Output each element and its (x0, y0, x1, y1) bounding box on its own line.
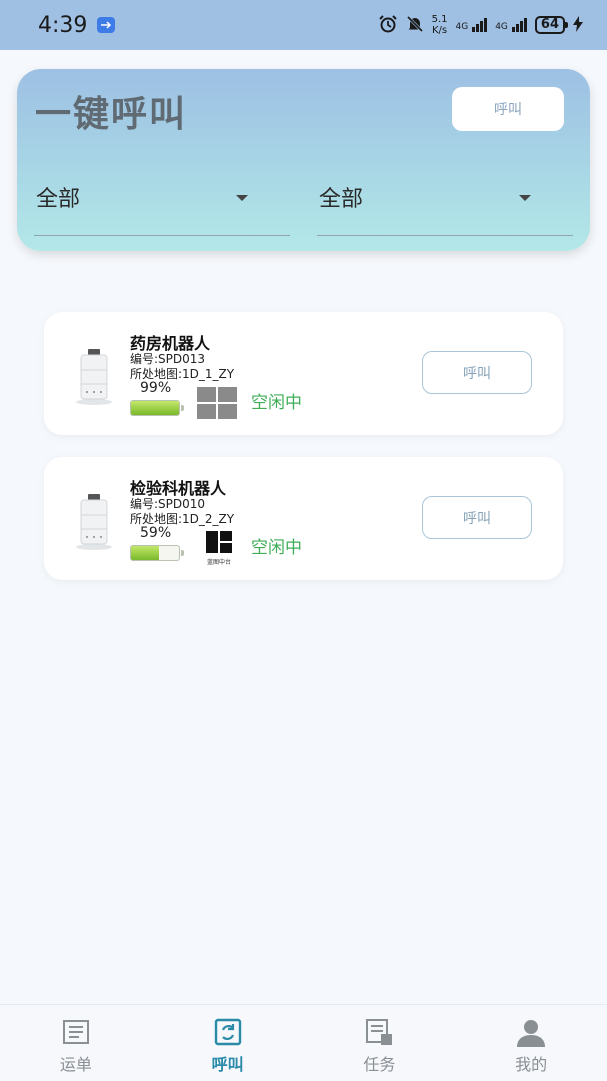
robot-icon (76, 494, 112, 550)
robot-status: 空闲中 (251, 393, 302, 413)
signal-1: 4G (456, 18, 488, 32)
nav-item-profile[interactable]: 我的 (455, 1005, 607, 1081)
robot-call-button[interactable]: 呼叫 (422, 351, 532, 394)
dropdown-caret-icon (519, 195, 531, 201)
nav-label: 运单 (59, 1055, 92, 1074)
status-bar: 4:39 5.1 K/s 4G 4G 64 (0, 0, 607, 50)
nav-label: 呼叫 (211, 1055, 244, 1074)
dropdown-caret-icon (236, 195, 248, 201)
harmony-icon (206, 531, 232, 553)
call-icon (214, 1018, 241, 1046)
mute-bell-icon (406, 15, 424, 36)
os-caption: 蓝图中台 (206, 559, 231, 566)
page-title: 一键呼叫 (35, 94, 188, 135)
robot-status: 空闲中 (251, 538, 302, 558)
robot-battery-fill (131, 401, 179, 415)
battery-nub (181, 550, 184, 556)
battery-indicator: 64 (534, 16, 569, 34)
waybill-icon (62, 1020, 89, 1044)
call-all-button[interactable]: 呼叫 (452, 87, 564, 131)
net-speed: 5.1 K/s (431, 14, 448, 36)
robot-card: 药房机器人 编号:SPD013 所处地图:1D_1_ZY 99% 空闲中 呼叫 (44, 312, 563, 435)
task-icon (366, 1019, 393, 1045)
robot-battery-fill (131, 546, 160, 560)
windows-icon (197, 387, 237, 419)
filter-select-2-value: 全部 (319, 187, 364, 212)
signal-2: 4G (495, 18, 527, 32)
nav-label: 任务 (363, 1055, 396, 1074)
robot-battery-percent: 99% (140, 380, 172, 396)
nav-item-waybill[interactable]: 运单 (0, 1005, 152, 1081)
battery-nub (181, 405, 184, 411)
robot-card: 检验科机器人 编号:SPD010 所处地图:1D_2_ZY 59% 蓝图中台 空… (44, 457, 563, 580)
robot-battery-percent: 59% (140, 525, 172, 541)
one-key-call-panel: 一键呼叫 呼叫 全部 全部 (17, 69, 590, 251)
filter-select-2[interactable]: 全部 (317, 169, 573, 236)
robot-call-button[interactable]: 呼叫 (422, 496, 532, 539)
filter-select-1-value: 全部 (36, 187, 81, 212)
alarm-icon (378, 14, 398, 36)
nav-item-call[interactable]: 呼叫 (152, 1005, 304, 1081)
status-time: 4:39 (38, 12, 88, 38)
profile-icon (517, 1020, 546, 1047)
signal-bars-icon (472, 18, 488, 32)
nav-label: 我的 (515, 1055, 548, 1074)
robot-battery-bar (130, 400, 180, 416)
filter-select-1[interactable]: 全部 (34, 169, 290, 236)
charging-icon (573, 15, 583, 35)
usb-icon (97, 17, 116, 33)
harmony-icon-wrap: 蓝图中台 (204, 531, 234, 567)
nav-item-task[interactable]: 任务 (304, 1005, 456, 1081)
bottom-nav: 运单 呼叫 任务 我的 (0, 1004, 607, 1081)
signal-bars-icon (511, 18, 527, 32)
robot-battery-bar (130, 545, 180, 561)
robot-icon (76, 349, 112, 405)
